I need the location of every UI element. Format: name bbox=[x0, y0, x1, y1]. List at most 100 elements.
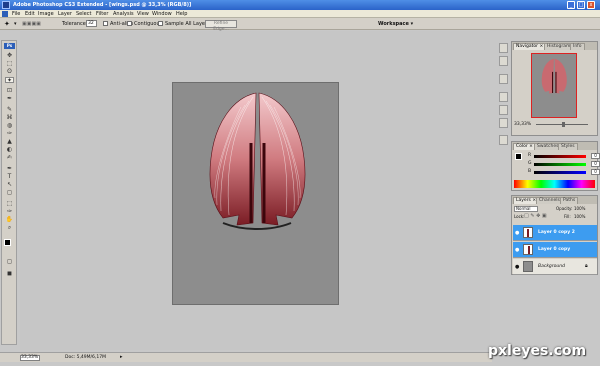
green-value[interactable]: 0 bbox=[591, 161, 600, 167]
layer-thumbnail bbox=[523, 261, 533, 272]
healing-brush-icon[interactable]: ✎ bbox=[5, 107, 14, 113]
navigator-preview[interactable] bbox=[531, 53, 577, 118]
dock-icon-2[interactable] bbox=[499, 56, 508, 66]
magic-wand-tool-icon[interactable]: ✦ bbox=[5, 77, 14, 84]
blue-value[interactable]: 0 bbox=[591, 169, 600, 175]
fg-color-swatch[interactable] bbox=[515, 153, 522, 160]
right-wing bbox=[258, 92, 306, 226]
selection-mode-icons[interactable]: ▣▣▣▣ bbox=[22, 21, 41, 27]
menu-analysis[interactable]: Analysis bbox=[113, 11, 134, 17]
tab-styles[interactable]: Styles bbox=[558, 143, 578, 150]
history-brush-icon[interactable]: ✑ bbox=[5, 131, 14, 137]
foreground-color-swatch[interactable] bbox=[4, 239, 11, 246]
menu-bar: File Edit Image Layer Select Filter Anal… bbox=[0, 10, 600, 18]
gradient-tool-icon[interactable]: ◐ bbox=[5, 147, 14, 153]
layer-row[interactable]: ● Layer 0 copy 2 bbox=[513, 225, 597, 241]
dock-icon-7[interactable] bbox=[499, 135, 508, 145]
crop-tool-icon[interactable]: ⊡ bbox=[5, 88, 14, 94]
visibility-eye-icon[interactable]: ● bbox=[515, 264, 519, 270]
move-tool-icon[interactable]: ✥ bbox=[5, 53, 14, 59]
red-value[interactable]: 0 bbox=[591, 153, 600, 159]
status-zoom-field[interactable]: 33,33% bbox=[20, 355, 40, 361]
slice-tool-icon[interactable]: ✒ bbox=[5, 96, 14, 102]
close-button[interactable]: x bbox=[587, 1, 595, 9]
green-slider[interactable] bbox=[534, 163, 586, 166]
menu-select[interactable]: Select bbox=[76, 11, 91, 17]
navigator-zoom-slider[interactable] bbox=[536, 122, 588, 127]
contiguous-checkbox[interactable] bbox=[127, 21, 132, 26]
layer-row[interactable]: ● Background 🔒︎ bbox=[513, 259, 597, 275]
tab-navigator[interactable]: Navigator × bbox=[513, 43, 547, 50]
title-bar: Adobe Photoshop CS3 Extended - [wings.ps… bbox=[0, 0, 600, 10]
tab-info[interactable]: Info bbox=[570, 43, 585, 50]
menu-view[interactable]: View bbox=[137, 11, 149, 17]
lock-icon: 🔒︎ bbox=[585, 263, 588, 269]
left-wing bbox=[209, 92, 257, 226]
tab-channels[interactable]: Channels bbox=[536, 197, 563, 204]
brush-tool-icon[interactable]: ⌘ bbox=[5, 115, 14, 121]
dock-icon-1[interactable] bbox=[499, 43, 508, 53]
navigator-zoom-value[interactable]: 33,33% bbox=[514, 122, 531, 127]
menu-help[interactable]: Help bbox=[176, 11, 187, 17]
zoom-tool-icon[interactable]: ⌕ bbox=[5, 225, 14, 231]
window-title: Adobe Photoshop CS3 Extended - [wings.ps… bbox=[13, 2, 192, 8]
hand-tool-icon[interactable]: ✋ bbox=[5, 217, 14, 223]
path-selection-icon[interactable]: ↖ bbox=[5, 182, 14, 188]
blend-mode-select[interactable]: Normal bbox=[514, 206, 538, 212]
dock-icon-4[interactable] bbox=[499, 92, 508, 102]
tab-color[interactable]: Color × bbox=[513, 143, 536, 150]
minimize-button[interactable]: _ bbox=[567, 1, 575, 9]
sample-all-layers-label: Sample All Layers bbox=[165, 21, 210, 27]
menu-filter[interactable]: Filter bbox=[96, 11, 108, 17]
document-canvas[interactable] bbox=[172, 82, 339, 305]
layer-name[interactable]: Layer 0 copy 2 bbox=[538, 230, 575, 235]
layer-row[interactable]: ● Layer 0 copy bbox=[513, 242, 597, 258]
dodge-tool-icon[interactable]: ✍ bbox=[5, 155, 14, 161]
color-spectrum[interactable] bbox=[514, 180, 595, 188]
layer-name[interactable]: Background bbox=[538, 264, 565, 269]
magic-wand-icon[interactable]: ✦ bbox=[4, 20, 10, 28]
slider-handle[interactable] bbox=[562, 122, 565, 127]
tool-preset-arrow[interactable]: ▾ bbox=[14, 21, 17, 27]
menu-window[interactable]: Window bbox=[152, 11, 172, 17]
menu-file[interactable]: File bbox=[12, 11, 20, 17]
layer-name[interactable]: Layer 0 copy bbox=[538, 247, 570, 252]
eyedropper-tool-icon[interactable]: ✑ bbox=[5, 209, 14, 215]
pen-tool-icon[interactable]: ✒ bbox=[5, 166, 14, 172]
marquee-tool-icon[interactable]: ⬚ bbox=[5, 61, 14, 67]
workspace-button[interactable]: Workspace ▾ bbox=[378, 21, 413, 27]
shape-tool-icon[interactable]: ◻ bbox=[5, 190, 14, 196]
refine-edge-button[interactable]: Refine Edge... bbox=[205, 20, 237, 32]
navigator-panel: Navigator × Histogram Info 33,33% bbox=[511, 41, 598, 136]
menu-edit[interactable]: Edit bbox=[25, 11, 35, 17]
red-slider[interactable] bbox=[534, 155, 586, 158]
dock-icon-3[interactable] bbox=[499, 74, 508, 84]
fill-value[interactable]: 100% bbox=[574, 214, 585, 219]
type-tool-icon[interactable]: T bbox=[5, 174, 14, 180]
notes-tool-icon[interactable]: ⬚ bbox=[5, 201, 14, 207]
sample-all-layers-checkbox[interactable] bbox=[158, 21, 163, 26]
visibility-eye-icon[interactable]: ● bbox=[515, 247, 519, 253]
screen-mode-icon[interactable]: ◼ bbox=[5, 271, 14, 277]
ps-menu-icon[interactable] bbox=[2, 11, 8, 17]
color-panel: Color × Swatches Styles R 0 G 0 B 0 bbox=[511, 141, 600, 191]
menu-image[interactable]: Image bbox=[38, 11, 54, 17]
status-menu-arrow-icon[interactable]: ▸ bbox=[120, 354, 123, 360]
anti-alias-checkbox[interactable] bbox=[103, 21, 108, 26]
visibility-eye-icon[interactable]: ● bbox=[515, 230, 519, 236]
clone-stamp-icon[interactable]: ◍ bbox=[5, 123, 14, 129]
tolerance-input[interactable]: 32 bbox=[86, 20, 97, 27]
blue-slider[interactable] bbox=[534, 171, 586, 174]
quick-mask-icon[interactable]: ◻ bbox=[5, 259, 14, 265]
lock-icons[interactable]: □ ✎ ✥ ▣ bbox=[524, 213, 547, 219]
opacity-value[interactable]: 100% bbox=[574, 206, 585, 211]
eraser-tool-icon[interactable]: ▲ bbox=[5, 139, 14, 145]
dock-icon-6[interactable] bbox=[499, 118, 508, 128]
tab-paths[interactable]: Paths bbox=[560, 197, 579, 204]
tab-histogram[interactable]: Histogram bbox=[544, 43, 574, 50]
dock-icon-5[interactable] bbox=[499, 105, 508, 115]
lasso-tool-icon[interactable]: ʘ bbox=[5, 69, 14, 75]
maximize-button[interactable]: □ bbox=[577, 1, 585, 9]
layer-thumbnail bbox=[523, 244, 533, 255]
menu-layer[interactable]: Layer bbox=[58, 11, 72, 17]
